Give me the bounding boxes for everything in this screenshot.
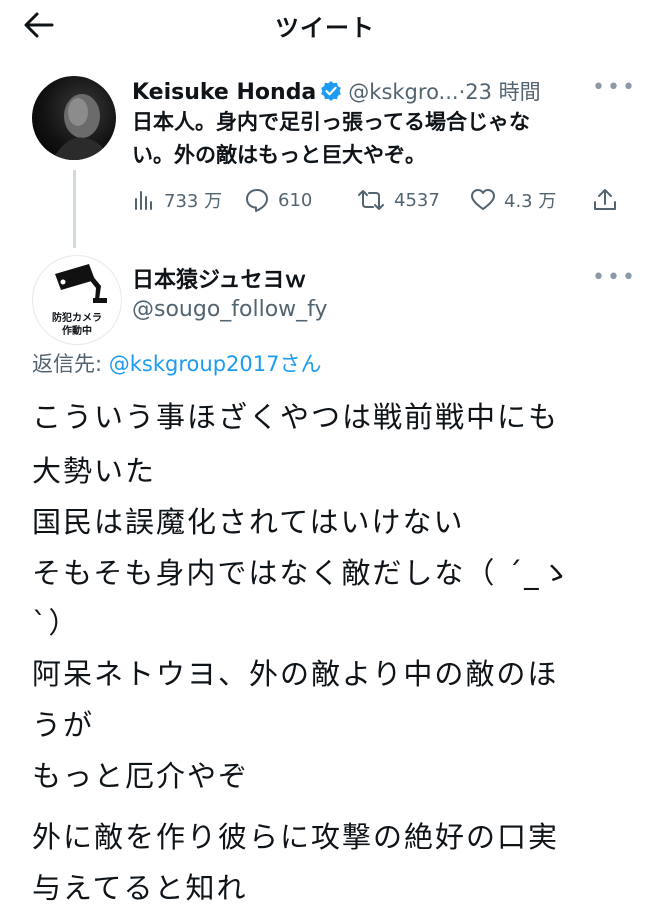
reply-text-line: 大勢いた <box>32 454 157 488</box>
parent-timestamp[interactable]: 23 時間 <box>465 80 540 104</box>
reply-count: 610 <box>278 189 313 211</box>
like-button[interactable]: 4.3 万 <box>470 186 556 214</box>
reply-button[interactable]: 610 <box>244 186 312 214</box>
reply-text-line: うが <box>32 708 95 742</box>
replying-label: 返信先: <box>32 352 103 376</box>
reply-avatar[interactable]: 防犯カメラ 作動中 <box>32 255 122 345</box>
parent-more-icon[interactable]: ••• <box>592 75 637 100</box>
reply-handle[interactable]: @sougo_follow_fy <box>132 297 328 322</box>
parent-tweet-header: Keisuke Honda @kskgro...·23 時間 <box>132 76 622 106</box>
parent-text-line: 日本人。身内で足引っ張ってる場合じゃな <box>132 110 530 134</box>
retweet-button[interactable]: 4537 <box>356 186 440 214</box>
reply-text-line: そもそも身内ではなく敵だしな（ ´_ゝ <box>32 556 572 590</box>
reply-text-line: 国民は誤魔化されてはいけない <box>32 505 465 539</box>
views-button[interactable]: 733 万 <box>132 186 222 214</box>
share-icon <box>594 189 616 210</box>
security-camera-icon <box>55 264 107 303</box>
like-count: 4.3 万 <box>504 191 557 212</box>
heart-icon <box>471 189 495 210</box>
parent-action-bar: 733 万 610 4537 4.3 万 <box>132 186 622 214</box>
replying-to-link[interactable]: @kskgroup2017 <box>109 352 280 376</box>
reply-text-line: 与えてると知れ <box>32 871 248 905</box>
reply-more-icon[interactable]: ••• <box>592 265 637 290</box>
avatar-text-line: 作動中 <box>62 326 92 337</box>
parent-text-line: い。外の敵はもっと巨大やぞ。 <box>132 143 426 167</box>
avatar-photo-icon <box>52 94 110 160</box>
reply-text-line: もっと厄介やぞ <box>32 759 250 793</box>
verified-badge-icon <box>320 80 342 106</box>
reply-text-line: 外に敵を作り彼らに攻撃の絶好の口実 <box>32 820 560 854</box>
parent-display-name[interactable]: Keisuke Honda <box>132 80 316 105</box>
reply-text-line: `） <box>32 606 80 640</box>
reply-icon <box>246 189 268 212</box>
views-count: 733 万 <box>164 191 223 212</box>
reply-text-line: 阿呆ネトウヨ、外の敵より中の敵のほ <box>32 657 559 691</box>
replying-suffix: さん <box>279 352 322 376</box>
share-button[interactable] <box>592 186 626 214</box>
parent-handle[interactable]: @kskgro... <box>348 80 458 104</box>
retweet-icon <box>358 190 384 210</box>
parent-avatar[interactable] <box>32 76 116 160</box>
page-title: ツイート <box>275 14 375 42</box>
replying-to: 返信先: @kskgroup2017さん <box>32 348 321 378</box>
top-bar: ツイート <box>0 0 650 50</box>
reply-text-line: こういう事ほざくやつは戦前戦中にも <box>32 400 560 434</box>
reply-display-name[interactable]: 日本猿ジュセヨｗ <box>132 262 306 294</box>
parent-tweet-text: 日本人。身内で足引っ張ってる場合じゃな い。外の敵はもっと巨大やぞ。 <box>132 106 602 172</box>
retweet-count: 4537 <box>394 189 440 211</box>
thread-line <box>73 170 76 248</box>
analytics-icon <box>135 191 152 210</box>
